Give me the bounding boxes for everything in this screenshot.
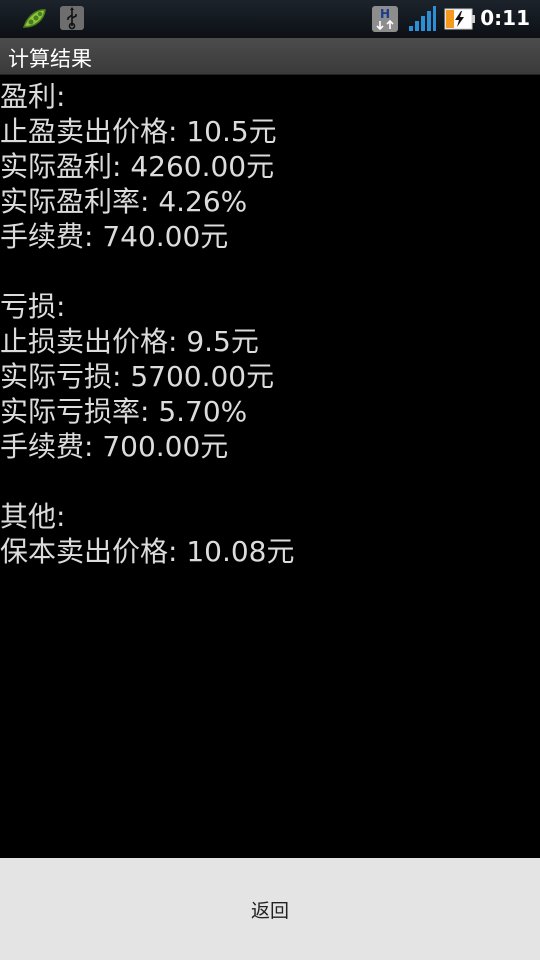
pea-app-icon xyxy=(22,9,46,28)
actual-loss-rate: 实际亏损率: 5.70% xyxy=(0,395,248,428)
profit-fee: 手续费: 740.00元 xyxy=(0,220,229,253)
hsdpa-letter: H xyxy=(380,7,390,21)
take-profit-price: 止盈卖出价格: 10.5元 xyxy=(0,115,277,148)
actual-profit: 实际盈利: 4260.00元 xyxy=(0,150,275,183)
profit-heading: 盈利: xyxy=(0,80,66,113)
loss-fee: 手续费: 700.00元 xyxy=(0,430,229,463)
loss-heading: 亏损: xyxy=(0,290,66,323)
status-bar: H 0:11 xyxy=(0,0,540,38)
stop-loss-price: 止损卖出价格: 9.5元 xyxy=(0,325,259,358)
breakeven-price: 保本卖出价格: 10.08元 xyxy=(0,535,295,568)
usb-icon xyxy=(60,6,84,30)
other-heading: 其他: xyxy=(0,500,66,533)
battery-charging-icon xyxy=(444,8,475,30)
bottom-bar: 返回 xyxy=(0,858,540,960)
clock: 0:11 xyxy=(480,6,530,30)
back-button[interactable]: 返回 xyxy=(0,858,540,960)
title-bar: 计算结果 xyxy=(0,38,540,75)
hsdpa-icon: H xyxy=(372,6,398,32)
actual-loss: 实际亏损: 5700.00元 xyxy=(0,360,275,393)
results-content: 盈利: 止盈卖出价格: 10.5元 实际盈利: 4260.00元 实际盈利率: … xyxy=(0,79,540,569)
page-title: 计算结果 xyxy=(8,47,92,71)
signal-icon xyxy=(409,6,436,31)
actual-profit-rate: 实际盈利率: 4.26% xyxy=(0,185,248,218)
